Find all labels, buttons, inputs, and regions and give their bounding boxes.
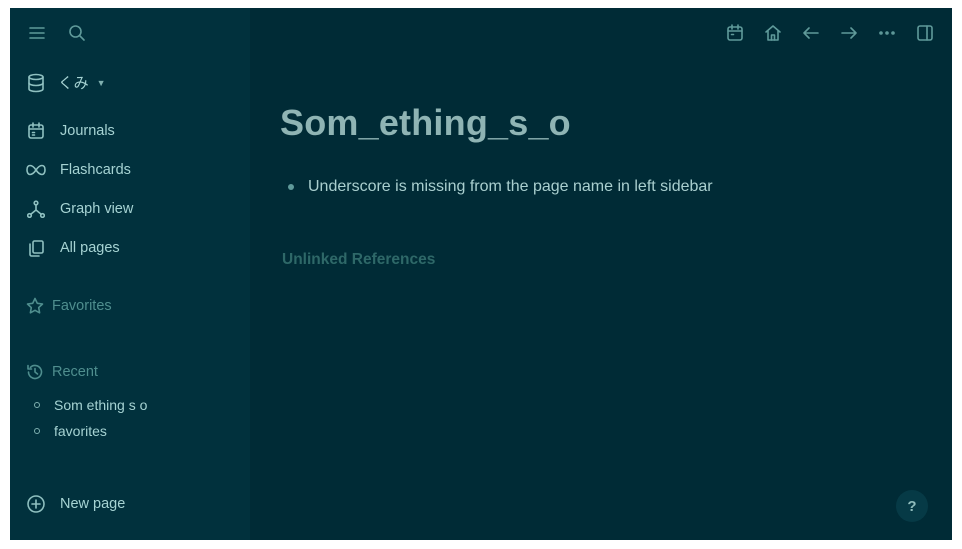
sidebar-item-label: Journals	[60, 122, 115, 139]
more-icon[interactable]	[876, 24, 898, 42]
block-bullet[interactable]	[288, 184, 294, 190]
plus-circle-icon	[27, 495, 45, 513]
block[interactable]: Underscore is missing from the page name…	[288, 178, 713, 196]
database-icon	[28, 73, 44, 92]
favorites-label: Favorites	[52, 298, 112, 314]
bullet-icon	[34, 402, 40, 408]
recent-item-label: favorites	[54, 423, 107, 439]
left-sidebar: くみ ▼ Journals Flashcards Graph view All …	[10, 8, 250, 540]
search-icon[interactable]	[66, 24, 88, 42]
page-title[interactable]: Som_ething_s_o	[280, 102, 571, 144]
arrow-left-icon[interactable]	[800, 24, 822, 42]
recent-list: Som ething s o favorites	[34, 392, 147, 444]
unlinked-references-header[interactable]: Unlinked References	[282, 251, 435, 269]
top-toolbar	[724, 24, 936, 42]
new-page-label: New page	[60, 496, 126, 512]
sidebar-item-graph-view[interactable]: Graph view	[26, 189, 133, 228]
favorites-section-header[interactable]: Favorites	[26, 297, 112, 315]
arrow-right-icon[interactable]	[838, 24, 860, 42]
infinity-icon	[26, 164, 46, 176]
block-content[interactable]: Underscore is missing from the page name…	[308, 178, 713, 196]
sidebar-item-label: Graph view	[60, 200, 134, 217]
home-icon[interactable]	[762, 24, 784, 42]
star-icon	[26, 297, 44, 314]
sidebar-nav: Journals Flashcards Graph view All pages	[26, 111, 133, 267]
help-button[interactable]: ?	[896, 490, 928, 522]
graph-icon	[26, 199, 46, 218]
calendar-icon[interactable]	[724, 24, 746, 42]
history-icon	[27, 364, 43, 380]
caret-down-icon: ▼	[96, 77, 106, 88]
sidebar-item-journals[interactable]: Journals	[26, 111, 133, 150]
sidebar-item-flashcards[interactable]: Flashcards	[26, 150, 133, 189]
menu-icon[interactable]	[26, 24, 48, 42]
graph-name: くみ	[58, 75, 89, 92]
recent-item[interactable]: Som ething s o	[34, 392, 147, 418]
calendar-icon	[26, 121, 46, 140]
recent-item[interactable]: favorites	[34, 418, 147, 444]
graph-selector[interactable]: くみ ▼	[26, 72, 106, 93]
sidebar-top-controls	[26, 24, 88, 42]
sidebar-item-label: All pages	[60, 239, 120, 256]
sidebar-item-label: Flashcards	[60, 161, 131, 178]
right-sidebar-toggle-icon[interactable]	[914, 24, 936, 42]
recent-section-header[interactable]: Recent	[26, 363, 98, 381]
pages-icon	[26, 239, 46, 257]
recent-label: Recent	[52, 364, 98, 380]
sidebar-item-all-pages[interactable]: All pages	[26, 228, 133, 267]
bullet-icon	[34, 428, 40, 434]
main-content: Som_ething_s_o Underscore is missing fro…	[250, 8, 952, 540]
new-page-button[interactable]: New page	[26, 494, 125, 514]
recent-item-label: Som ething s o	[54, 397, 148, 413]
app-window: くみ ▼ Journals Flashcards Graph view All …	[10, 8, 952, 540]
